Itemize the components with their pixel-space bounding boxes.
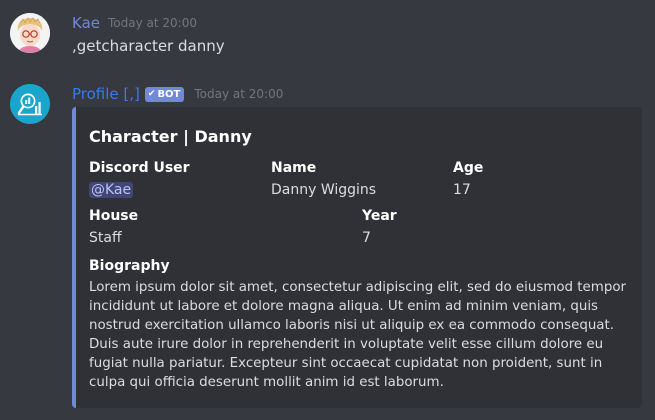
field-name: House xyxy=(89,208,139,224)
field-name: Age xyxy=(453,160,484,176)
chat-messages: Kae Today at 20:00 ,getcharacter danny P… xyxy=(0,0,655,420)
bot-tag-label: BOT xyxy=(157,88,181,100)
field-year: Year 7 xyxy=(362,207,397,247)
bot-avatar[interactable] xyxy=(10,84,50,124)
verified-check-icon: ✔ xyxy=(147,88,156,99)
field-value: @Kae xyxy=(89,181,190,199)
cartoon-portrait-avatar-icon xyxy=(10,13,50,53)
field-biography: Biography Lorem ipsum dolor sit amet, co… xyxy=(89,257,629,392)
field-name: Year xyxy=(362,208,397,224)
field-name-character: Name Danny Wiggins xyxy=(271,159,376,199)
field-house: House Staff xyxy=(89,207,138,247)
message-kae: Kae Today at 20:00 ,getcharacter danny xyxy=(0,0,655,70)
message-timestamp: Today at 20:00 xyxy=(108,16,197,30)
message-header: Kae Today at 20:00 xyxy=(72,14,197,32)
author-name[interactable]: Profile [,] xyxy=(72,85,140,103)
field-value: Staff xyxy=(89,230,122,246)
field-value: 17 xyxy=(453,182,471,198)
field-age: Age 17 xyxy=(453,159,483,199)
field-discord-user: Discord User @Kae xyxy=(89,159,190,199)
field-name: Discord User xyxy=(89,160,190,176)
field-value: 7 xyxy=(362,230,371,246)
message-content: ,getcharacter danny xyxy=(72,37,225,55)
user-mention[interactable]: @Kae xyxy=(89,182,134,198)
field-value: Lorem ipsum dolor sit amet, consectetur … xyxy=(89,280,627,390)
embed-card: Character | Danny Discord User @Kae Name… xyxy=(72,107,642,408)
magnifier-chart-avatar-icon xyxy=(10,84,50,124)
field-name: Name xyxy=(271,160,317,176)
embed-title: Character | Danny xyxy=(89,127,252,146)
field-name: Biography xyxy=(89,258,170,274)
message-timestamp: Today at 20:00 xyxy=(194,87,284,101)
user-avatar[interactable] xyxy=(10,13,50,53)
author-name[interactable]: Kae xyxy=(72,14,100,32)
field-value: Danny Wiggins xyxy=(271,182,377,198)
message-header: Profile [,] ✔ BOT Today at 20:00 xyxy=(72,85,283,103)
bot-tag: ✔ BOT xyxy=(144,86,185,102)
